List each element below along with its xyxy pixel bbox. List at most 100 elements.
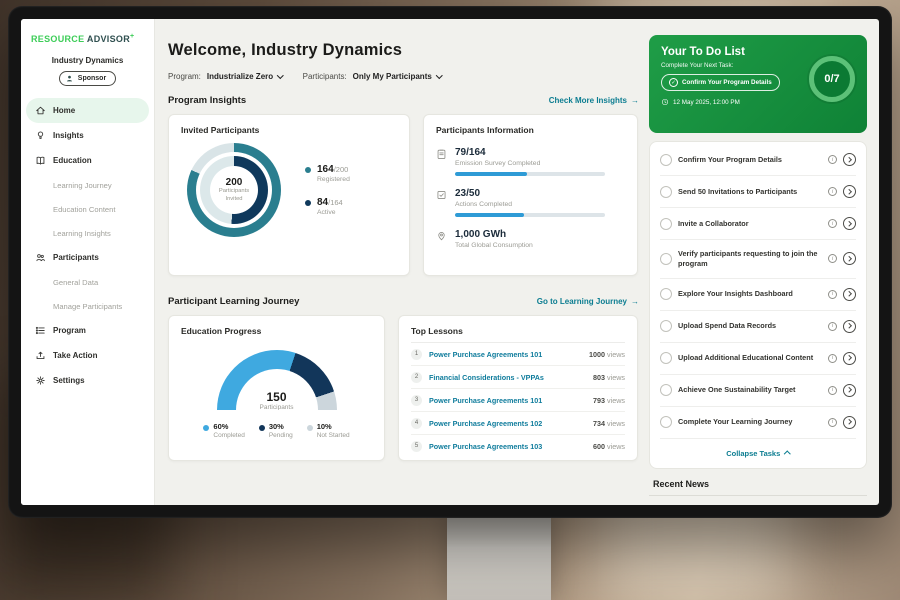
go-to-learning-journey-link[interactable]: Go to Learning Journey → [537,297,639,306]
task-checkbox[interactable] [660,288,672,300]
lesson-link[interactable]: Financial Considerations - VPPAs [429,373,586,382]
task-chevron-button[interactable] [843,185,856,198]
task-checkbox[interactable] [660,186,672,198]
task-row[interactable]: Complete Your Learning Journey i [660,407,856,439]
arrow-right-icon: → [631,297,639,306]
lesson-rank: 5 [411,441,422,452]
stat-emission-survey: 79/164 Emission Survey Completed [436,147,625,176]
lesson-row: 1 Power Purchase Agreements 101 1000view… [411,343,625,366]
sidebar-item-education-content[interactable]: Education Content [21,197,154,221]
monitor-frame: RESOURCE ADVISOR+ Industry Dynamics Spon… [8,6,892,518]
lesson-row: 2 Financial Considerations - VPPAs 803vi… [411,366,625,389]
task-chevron-button[interactable] [843,352,856,365]
progress-bar [455,213,605,217]
gear-icon [35,375,46,386]
progress-bar [455,172,605,176]
legend-registered: 164/200 Registered [305,164,350,183]
sidebar-item-program[interactable]: Program [26,318,149,343]
task-chevron-button[interactable] [843,320,856,333]
info-icon: i [828,386,837,395]
task-chevron-button[interactable] [843,288,856,301]
recent-news-title: Recent News [653,479,867,489]
task-row[interactable]: Send 50 Invitations to Participants i [660,176,856,208]
participants-filter-select[interactable]: Only My Participants [353,72,442,81]
app-logo: RESOURCE ADVISOR+ [21,33,154,44]
sidebar-item-take-action[interactable]: Take Action [26,343,149,368]
check-more-insights-link[interactable]: Check More Insights → [549,96,639,105]
info-icon: i [828,290,837,299]
sidebar-item-manage-participants[interactable]: Manage Participants [21,294,154,318]
lesson-views: 803views [593,373,625,382]
task-checkbox[interactable] [660,384,672,396]
task-checkbox[interactable] [660,253,672,265]
top-lessons-card: Top Lessons 1 Power Purchase Agreements … [398,315,638,461]
sidebar-item-insights[interactable]: Insights [26,123,149,148]
sidebar-item-participants[interactable]: Participants [26,245,149,270]
info-icon: i [828,418,837,427]
task-checkbox[interactable] [660,154,672,166]
progress-bar-fill [455,213,524,217]
task-chevron-button[interactable] [843,217,856,230]
sidebar-item-learning-insights[interactable]: Learning Insights [21,221,154,245]
gauge-center: 150 Participants [217,390,337,410]
check-square-icon [436,189,447,201]
todo-progress-ring: 0/7 [809,56,855,102]
stat-actions-completed: 23/50 Actions Completed [436,188,625,217]
progress-bar-fill [455,172,527,176]
org-name: Industry Dynamics [21,56,154,65]
task-row[interactable]: Invite a Collaborator i [660,208,856,240]
lesson-link[interactable]: Power Purchase Agreements 103 [429,442,586,451]
lesson-views: 793views [593,396,625,405]
task-checkbox[interactable] [660,218,672,230]
task-row[interactable]: Explore Your Insights Dashboard i [660,279,856,311]
clipboard-icon [436,148,447,160]
sidebar-item-learning-journey[interactable]: Learning Journey [21,173,154,197]
next-task-pill[interactable]: ✓ Confirm Your Program Details [661,74,780,91]
task-chevron-button[interactable] [843,252,856,265]
task-row[interactable]: Achieve One Sustainability Target i [660,375,856,407]
learning-journey-cards: Education Progress 150 Participants 60% … [168,315,639,461]
lesson-views: 600views [593,442,625,451]
task-row[interactable]: Verify participants requesting to join t… [660,240,856,279]
task-chevron-button[interactable] [843,416,856,429]
task-row[interactable]: Upload Additional Educational Content i [660,343,856,375]
donut-center: 200 Participants Invited [210,166,258,214]
task-row[interactable]: Upload Spend Data Records i [660,311,856,343]
list-icon [35,325,46,336]
lesson-link[interactable]: Power Purchase Agreements 102 [429,419,586,428]
sidebar: RESOURCE ADVISOR+ Industry Dynamics Spon… [21,19,155,505]
lesson-link[interactable]: Power Purchase Agreements 101 [429,350,582,359]
info-icon: i [828,219,837,228]
donut-legend: 164/200 Registered 84/164 Active [305,164,350,216]
lesson-row: 5 Power Purchase Agreements 103 600views [411,435,625,457]
education-progress-card: Education Progress 150 Participants 60% … [168,315,385,461]
task-chevron-button[interactable] [843,153,856,166]
lesson-row: 4 Power Purchase Agreements 102 734views [411,412,625,435]
monitor-stand [447,505,551,600]
sidebar-item-general-data[interactable]: General Data [21,270,154,294]
sidebar-item-education[interactable]: Education [26,148,149,173]
stat-global-consumption: 1,000 GWh Total Global Consumption [436,229,625,254]
lesson-rank: 3 [411,395,422,406]
legend-pending: 30% Pending [259,422,293,439]
check-circle-icon: ✓ [669,78,678,87]
sidebar-item-home[interactable]: Home [26,98,149,123]
collapse-tasks-link[interactable]: Collapse Tasks [660,439,856,466]
lesson-rank: 1 [411,349,422,360]
participants-filter-label: Participants: [303,72,347,81]
task-checkbox[interactable] [660,352,672,364]
sidebar-item-settings[interactable]: Settings [26,368,149,393]
lesson-rank: 4 [411,418,422,429]
task-row[interactable]: Confirm Your Program Details i [660,144,856,176]
lesson-row: 3 Power Purchase Agreements 101 793views [411,389,625,412]
task-checkbox[interactable] [660,320,672,332]
task-chevron-button[interactable] [843,384,856,397]
program-filter-select[interactable]: Industrialize Zero [207,72,283,81]
screen: RESOURCE ADVISOR+ Industry Dynamics Spon… [21,19,879,505]
lesson-rank: 2 [411,372,422,383]
home-icon [35,105,46,116]
sponsor-badge[interactable]: Sponsor [59,71,116,86]
lesson-link[interactable]: Power Purchase Agreements 101 [429,396,586,405]
task-checkbox[interactable] [660,416,672,428]
chevron-up-icon [784,451,790,457]
